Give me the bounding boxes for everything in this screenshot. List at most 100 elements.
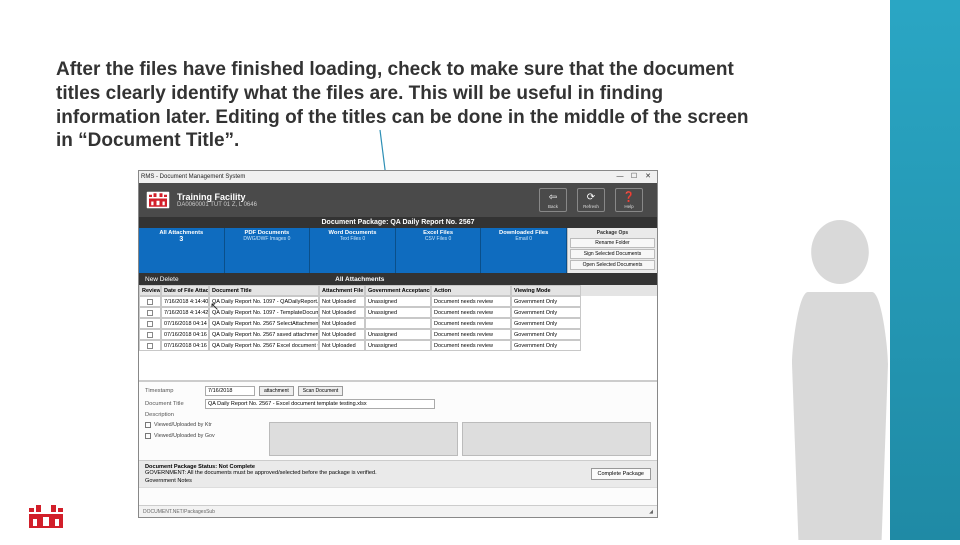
cell: Not Uploaded <box>319 296 365 307</box>
cell: 07/16/2018 04:14 PM <box>161 318 209 329</box>
cell: QA Daily Report No. 1097 - TemplateDocum… <box>209 307 319 318</box>
timestamp-label: Timestamp <box>145 388 201 394</box>
cell: 7/16/2018 4:14:42 PM <box>161 307 209 318</box>
cell: Document needs review <box>431 296 511 307</box>
col-date: Date of File Attachment <box>161 285 209 296</box>
back-arrow-icon: ⇦ <box>549 192 557 203</box>
tab-word-documents[interactable]: Word Documents Text Files 0 <box>310 228 396 273</box>
preview-panels: Viewed/Uploaded by Ktr Viewed/Uploaded b… <box>145 422 651 456</box>
close-button[interactable]: ✕ <box>643 173 653 181</box>
cell: 7/16/2018 4:14:40 PM <box>161 296 209 307</box>
instruction-text: After the files have finished loading, c… <box>56 58 770 153</box>
table-row[interactable]: 07/16/2018 04:14 PMQA Daily Report No. 2… <box>139 318 657 329</box>
cell: QA Daily Report No. 2567 saved attachmen… <box>209 329 319 340</box>
gov-notes-label: Government Notes <box>145 478 591 484</box>
sign-selected-button[interactable]: Sign Selected Documents <box>570 249 655 259</box>
cell: Document needs review <box>431 318 511 329</box>
cell: Government Only <box>511 296 581 307</box>
cell: Unassigned <box>365 340 431 351</box>
rename-folder-button[interactable]: Rename Folder <box>570 238 655 248</box>
window-title: RMS - Document Management System <box>141 174 615 180</box>
slide-accent-stripe <box>890 0 960 540</box>
col-gov-status: Government Acceptance Status <box>365 285 431 296</box>
section-title: All Attachments <box>179 276 541 283</box>
help-icon: ❓ <box>623 192 635 203</box>
cell: Government Only <box>511 318 581 329</box>
cell: Not Uploaded <box>319 340 365 351</box>
table-row[interactable]: 07/16/2018 04:16 PMQA Daily Report No. 2… <box>139 329 657 340</box>
attachment-tabs: All Attachments 3 PDF Documents DWG/DWF … <box>139 228 657 273</box>
col-title: Document Title <box>209 285 319 296</box>
tab-pdf-documents[interactable]: PDF Documents DWG/DWF Images 0 <box>225 228 311 273</box>
cell: Government Only <box>511 340 581 351</box>
description-label: Description <box>145 412 201 418</box>
col-viewing: Viewing Mode <box>511 285 581 296</box>
facility-block: Training Facility DA0060001 TUT 01 Z, L … <box>177 192 539 208</box>
cell: Unassigned <box>365 296 431 307</box>
table-blank-area <box>139 351 657 381</box>
cell: Not Uploaded <box>319 329 365 340</box>
package-status-note: GOVERNMENT: All the documents must be ap… <box>145 470 591 476</box>
cell: Unassigned <box>365 307 431 318</box>
cell: Document needs review <box>431 329 511 340</box>
facility-name: Training Facility <box>177 192 539 202</box>
window-controls: — ☐ ✕ <box>615 173 655 181</box>
col-status: Attachment File Status <box>319 285 365 296</box>
window-footer: DOCUMENT.NET/PackagesSub ◢ <box>139 505 657 517</box>
help-button[interactable]: ❓ Help <box>615 188 643 212</box>
tab-excel-files[interactable]: Excel Files CSV Files 0 <box>396 228 482 273</box>
doctitle-label: Document Title <box>145 401 201 407</box>
table-header-row: Review Date of File Attachment Document … <box>139 285 657 296</box>
open-selected-button[interactable]: Open Selected Documents <box>570 260 655 270</box>
cell: QA Daily Report No. 1097 - QADailyReport… <box>209 296 319 307</box>
table-row[interactable]: 07/16/2018 04:16 PMQA Daily Report No. 2… <box>139 340 657 351</box>
doctitle-input[interactable] <box>205 399 435 409</box>
resize-grip-icon: ◢ <box>649 509 653 515</box>
row-checkbox[interactable] <box>139 296 161 307</box>
scan-document-button[interactable]: Scan Document <box>298 386 344 396</box>
viewed-by-ktr-checkbox[interactable]: Viewed/Uploaded by Ktr <box>145 422 212 428</box>
corner-usace-logo <box>26 502 66 530</box>
usace-logo-icon <box>145 189 171 211</box>
cell: Not Uploaded <box>319 307 365 318</box>
minimize-button[interactable]: — <box>615 173 625 181</box>
tab-all-attachments[interactable]: All Attachments 3 <box>139 228 225 273</box>
back-button[interactable]: ⇦ Back <box>539 188 567 212</box>
cell: Government Only <box>511 307 581 318</box>
section-bar: New Delete All Attachments <box>139 273 657 285</box>
facility-subtitle: DA0060001 TUT 01 Z, L 0646 <box>177 202 539 208</box>
row-checkbox[interactable] <box>139 307 161 318</box>
complete-package-button[interactable]: Complete Package <box>591 468 651 480</box>
cell: Not Uploaded <box>319 318 365 329</box>
app-window: RMS - Document Management System — ☐ ✕ T… <box>138 170 658 518</box>
footer-path: DOCUMENT.NET/PackagesSub <box>143 509 215 515</box>
cell: 07/16/2018 04:16 PM <box>161 340 209 351</box>
refresh-button[interactable]: ⟳ Refresh <box>577 188 605 212</box>
row-checkbox[interactable] <box>139 340 161 351</box>
cell: QA Daily Report No. 2567 SelectAttachmen… <box>209 318 319 329</box>
col-action: Action <box>431 285 511 296</box>
section-left-actions[interactable]: New Delete <box>145 276 179 283</box>
cell: Document needs review <box>431 340 511 351</box>
row-checkbox[interactable] <box>139 318 161 329</box>
refresh-icon: ⟳ <box>587 192 595 203</box>
cell <box>365 318 431 329</box>
preview-box-1 <box>269 422 458 456</box>
cell: Government Only <box>511 329 581 340</box>
viewed-by-gov-checkbox[interactable]: Viewed/Uploaded by Gov <box>145 433 215 439</box>
maximize-button[interactable]: ☐ <box>629 173 639 181</box>
package-ops-panel: Package Ops Rename Folder Sign Selected … <box>567 228 657 273</box>
document-form: Timestamp attachment Scan Document Docum… <box>139 381 657 460</box>
cell: QA Daily Report No. 2567 Excel document … <box>209 340 319 351</box>
mouse-cursor-icon: ↖ <box>210 300 219 313</box>
timestamp-input[interactable] <box>205 386 255 396</box>
package-title-bar: Document Package: QA Daily Report No. 25… <box>139 217 657 228</box>
row-checkbox[interactable] <box>139 329 161 340</box>
attachment-button[interactable]: attachment <box>259 386 294 396</box>
tab-downloaded-files[interactable]: Downloaded Files Email 0 <box>481 228 567 273</box>
cell: 07/16/2018 04:16 PM <box>161 329 209 340</box>
window-title-bar: RMS - Document Management System — ☐ ✕ <box>139 171 657 183</box>
app-header: Training Facility DA0060001 TUT 01 Z, L … <box>139 183 657 217</box>
comment-area <box>139 487 657 505</box>
cell: Document needs review <box>431 307 511 318</box>
